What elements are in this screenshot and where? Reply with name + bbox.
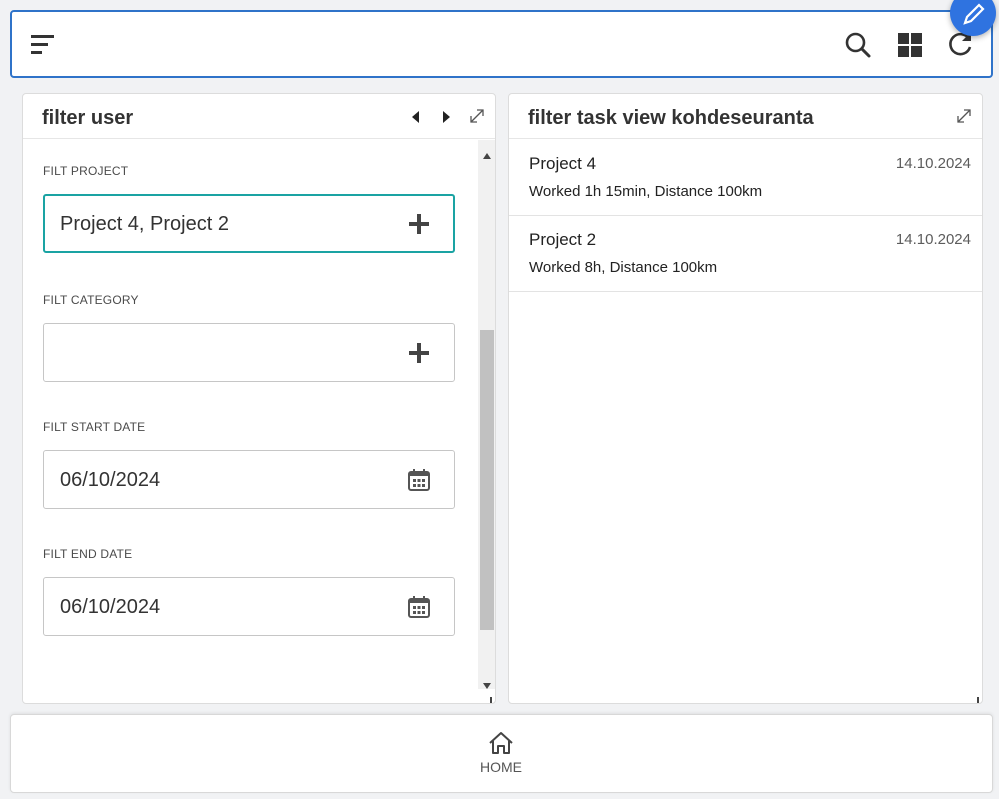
grid-view-icon[interactable] [895,30,925,60]
filt-project-field[interactable]: Project 4, Project 2 [43,194,455,253]
filt-category-label: FILT CATEGORY [43,293,139,307]
resize-handle-icon[interactable] [484,692,492,703]
scrollbar[interactable] [478,140,495,689]
filter-task-view-panel: filter task view kohdeseuranta Project 4… [508,93,983,704]
task-name: Project 4 [529,154,597,173]
top-app-bar [10,0,996,78]
home-icon [489,732,513,754]
plus-icon[interactable] [406,340,432,366]
task-list: Project 4 14.10.2024 Worked 1h 15min, Di… [509,140,982,292]
arrow-right-icon[interactable] [441,110,451,128]
filter-user-panel: filter user FILT PROJECT Project 4, Proj… [22,93,496,704]
panel-header: filter user [23,94,495,139]
task-detail: Worked 8h, Distance 100km [529,259,718,276]
bottom-navigation: HOME [10,714,993,793]
list-item[interactable]: Project 2 14.10.2024 Worked 8h, Distance… [509,216,982,292]
filt-category-field[interactable] [43,323,455,382]
list-item[interactable]: Project 4 14.10.2024 Worked 1h 15min, Di… [509,140,982,216]
resize-handle-icon[interactable] [971,692,979,703]
task-name: Project 2 [529,230,597,249]
filt-end-date-field[interactable]: 06/10/2024 [43,577,455,636]
expand-icon[interactable] [955,107,973,130]
panel-title: filter user [42,107,134,129]
filt-end-date-value: 06/10/2024 [60,596,161,618]
panel-title: filter task view kohdeseuranta [528,107,814,129]
search-icon[interactable] [843,30,873,60]
task-date: 14.10.2024 [895,155,971,172]
calendar-icon[interactable] [406,467,432,493]
nav-home-label: HOME [480,759,522,775]
scroll-thumb[interactable] [480,330,494,630]
filt-start-date-label: FILT START DATE [43,420,146,434]
scroll-up-arrow-icon[interactable] [482,147,492,159]
arrow-left-icon[interactable] [411,110,421,128]
filt-project-value: Project 4, Project 2 [60,213,229,235]
filt-end-date-label: FILT END DATE [43,547,133,561]
task-date: 14.10.2024 [895,231,971,248]
calendar-icon[interactable] [406,594,432,620]
nav-home-button[interactable]: HOME [461,731,541,781]
filter-form: FILT PROJECT Project 4, Project 2 FILT C… [23,140,478,703]
menu-icon[interactable] [30,32,56,58]
filt-start-date-field[interactable]: 06/10/2024 [43,450,455,509]
panel-header: filter task view kohdeseuranta [509,94,982,139]
edit-icon [963,3,985,25]
filt-start-date-value: 06/10/2024 [60,469,161,491]
expand-icon[interactable] [468,107,486,130]
plus-icon[interactable] [406,211,432,237]
scroll-down-arrow-icon[interactable] [482,677,492,689]
edit-fab-button[interactable] [950,0,996,36]
filt-project-label: FILT PROJECT [43,164,129,178]
task-detail: Worked 1h 15min, Distance 100km [529,183,763,200]
